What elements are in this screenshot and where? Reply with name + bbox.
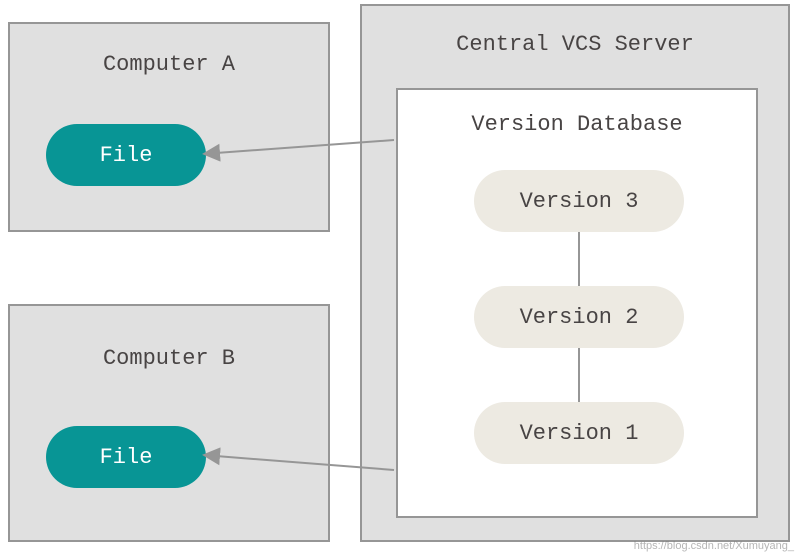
computer-a-file-label: File	[100, 143, 153, 168]
server-box: Central VCS Server Version Database Vers…	[360, 4, 790, 542]
version-2-label: Version 2	[520, 305, 639, 330]
version-database-box: Version Database Version 3 Version 2 Ver…	[396, 88, 758, 518]
watermark: https://blog.csdn.net/Xumuyang_	[634, 540, 794, 552]
version-1-label: Version 1	[520, 421, 639, 446]
computer-a-title: Computer A	[10, 52, 328, 77]
connector-v2-v1	[578, 348, 580, 402]
version-3-pill: Version 3	[474, 170, 684, 232]
version-1-pill: Version 1	[474, 402, 684, 464]
computer-a-box: Computer A File	[8, 22, 330, 232]
diagram-container: Computer A File Computer B File Central …	[0, 0, 800, 556]
computer-a-file-pill: File	[46, 124, 206, 186]
version-2-pill: Version 2	[474, 286, 684, 348]
version-3-label: Version 3	[520, 189, 639, 214]
computer-b-box: Computer B File	[8, 304, 330, 542]
version-database-title: Version Database	[398, 112, 756, 137]
connector-v3-v2	[578, 232, 580, 286]
server-title: Central VCS Server	[362, 32, 788, 57]
computer-b-file-label: File	[100, 445, 153, 470]
computer-b-title: Computer B	[10, 346, 328, 371]
computer-b-file-pill: File	[46, 426, 206, 488]
